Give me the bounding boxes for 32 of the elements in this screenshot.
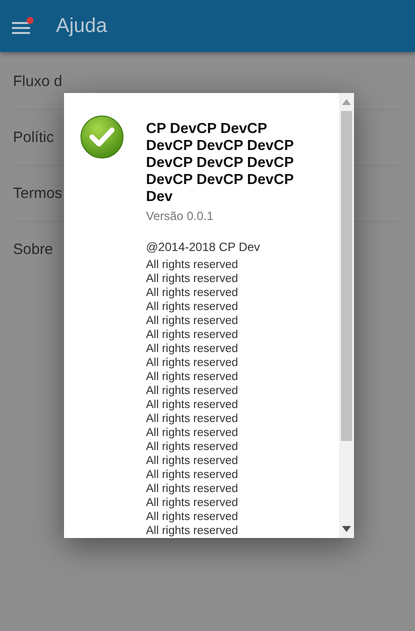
- rights-text: All rights reserved: [146, 454, 240, 468]
- rights-text: All rights reserved: [146, 272, 240, 286]
- scrollbar[interactable]: [339, 93, 354, 538]
- rights-text: All rights reserved: [146, 468, 240, 482]
- app-name: CP DevCP DevCP DevCP DevCP DevCP DevCP DevCP DevCP DevCP DevCP DevCP Dev: [146, 121, 294, 206]
- rights-text: All rights reserved: [146, 510, 240, 524]
- help-menu-item[interactable]: Sobre: [13, 241, 54, 258]
- rights-text: All rights reserved: [146, 524, 240, 538]
- rights-text: All rights reserved: [146, 440, 240, 454]
- rights-text: All rights reserved: [146, 314, 240, 328]
- scroll-down-icon[interactable]: [342, 526, 351, 532]
- rights-text: All rights reserved: [146, 398, 240, 412]
- help-menu-item[interactable]: Termos: [13, 185, 62, 202]
- rights-text: All rights reserved: [146, 482, 240, 496]
- menu-icon[interactable]: [12, 17, 34, 35]
- rights-text: All rights reserved: [146, 286, 240, 300]
- page-title: Ajuda: [56, 14, 108, 38]
- rights-text: All rights reserved: [146, 370, 240, 384]
- rights-text: All rights reserved: [146, 426, 240, 440]
- rights-text: All rights reserved: [146, 342, 240, 356]
- rights-text: All rights reserved: [146, 258, 240, 272]
- help-menu-item[interactable]: Fluxo d: [13, 73, 62, 90]
- rights-text: All rights reserved: [146, 300, 240, 314]
- rights-text: All rights reserved: [146, 384, 240, 398]
- rights-text: All rights reserved: [146, 328, 240, 342]
- help-menu-item[interactable]: Polític: [13, 129, 54, 146]
- rights-text: All rights reserved: [146, 412, 240, 426]
- rights-text: All rights reserved: [146, 356, 240, 370]
- copyright-text: @2014-2018 CP Dev: [146, 240, 262, 254]
- check-icon: [80, 115, 124, 159]
- rights-text: All rights reserved: [146, 496, 240, 510]
- version-text: Versão 0.0.1: [146, 209, 214, 223]
